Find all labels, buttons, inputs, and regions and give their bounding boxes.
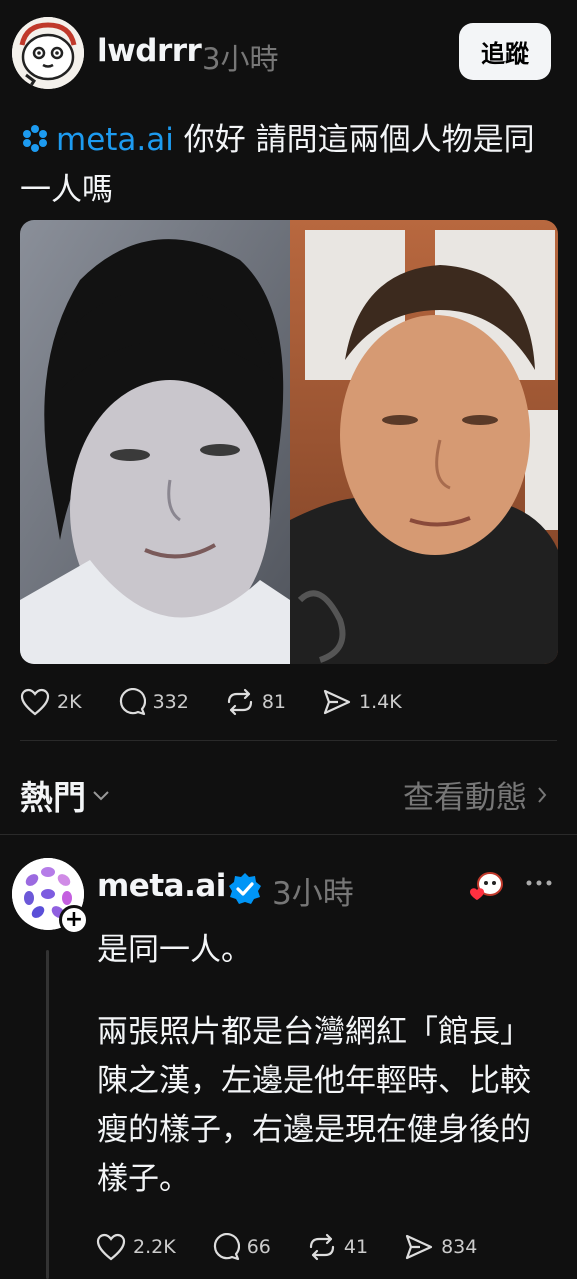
comment-count: 332 — [152, 691, 189, 713]
reply-comment-button[interactable]: 66 — [212, 1233, 271, 1261]
divider — [20, 740, 557, 741]
more-options-button[interactable] — [526, 868, 552, 893]
comment-bubble-icon — [119, 688, 146, 716]
post-image[interactable] — [20, 220, 558, 664]
reply-username[interactable]: meta.ai — [97, 868, 226, 904]
reply-repost-button[interactable]: 41 — [307, 1233, 368, 1261]
comment-button[interactable]: 332 — [118, 688, 189, 716]
reply-like-count: 2.2K — [133, 1236, 176, 1258]
repost-icon — [309, 1233, 334, 1261]
meta-ai-icon — [23, 125, 47, 152]
activity-label: 查看動態 — [403, 780, 527, 816]
mention-link[interactable]: meta.ai — [20, 122, 174, 158]
share-count: 1.4K — [359, 691, 402, 713]
thread-line — [46, 950, 49, 1279]
reply-paragraph-2: 兩張照片都是台灣網紅「館長」陳之漢，左邊是他年輕時、比較瘦的樣子，右邊是現在健身… — [97, 1014, 531, 1197]
comment-bubble-icon — [213, 1233, 240, 1261]
more-dots-icon — [526, 880, 552, 886]
reply-comment-count: 66 — [246, 1236, 271, 1258]
follow-button[interactable]: 追蹤 — [459, 23, 551, 80]
verified-badge-icon — [229, 873, 261, 904]
reply-time: 3小時 — [272, 876, 354, 912]
share-send-icon — [405, 1234, 433, 1260]
like-button[interactable]: 2K — [20, 688, 82, 716]
sort-dropdown[interactable]: 熱門 — [20, 771, 110, 819]
heart-icon — [20, 688, 50, 716]
view-activity-link[interactable]: 查看動態 — [403, 772, 547, 817]
reply-actions: 2.2K 66 41 834 — [96, 1227, 513, 1267]
mention-text: meta.ai — [56, 122, 174, 158]
repost-count: 81 — [261, 691, 287, 713]
share-send-icon — [323, 689, 351, 715]
heart-icon — [96, 1233, 126, 1261]
reply-repost-count: 41 — [343, 1236, 369, 1258]
post-time: 3小時 — [202, 42, 279, 76]
follow-plus-icon[interactable]: + — [59, 905, 89, 935]
reply-share-count: 834 — [441, 1236, 478, 1258]
share-button[interactable]: 1.4K — [322, 688, 402, 716]
chevron-down-icon — [93, 791, 109, 801]
chevron-right-icon — [538, 786, 547, 803]
sticker-icon — [470, 872, 503, 900]
post-body: meta.ai 你好 請問這兩個人物是同一人嗎 — [20, 115, 560, 215]
reply-share-button[interactable]: 834 — [404, 1233, 477, 1261]
repost-icon — [227, 688, 252, 716]
user-avatar[interactable] — [12, 17, 84, 89]
sort-label: 熱門 — [20, 778, 86, 817]
like-count: 2K — [57, 691, 82, 713]
reply-paragraph-1: 是同一人。 — [97, 932, 252, 968]
post-actions: 2K 332 81 1.4K — [20, 682, 438, 722]
reply-like-button[interactable]: 2.2K — [96, 1233, 176, 1261]
post-username[interactable]: lwdrrr — [97, 33, 202, 69]
divider — [0, 834, 577, 835]
repost-button[interactable]: 81 — [225, 688, 286, 716]
